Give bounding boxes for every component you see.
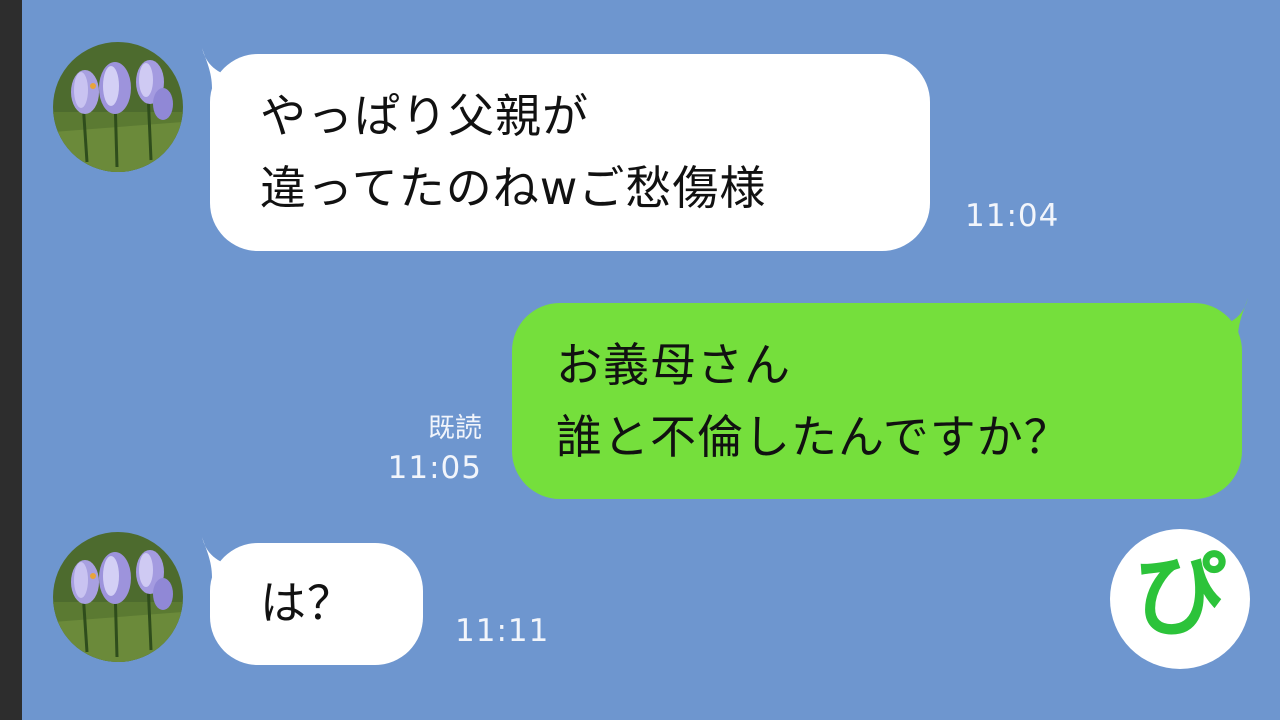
message-line: は？ — [260, 576, 354, 630]
sender-avatar[interactable] — [53, 532, 183, 662]
crocus-flower-avatar-icon — [53, 42, 183, 172]
message-line: やっぱり父親が — [260, 89, 589, 143]
sender-avatar[interactable] — [53, 42, 183, 172]
channel-logo-icon: ぴ — [1110, 529, 1250, 669]
crocus-flower-avatar-icon — [53, 532, 183, 662]
message-timestamp: 11:11 — [455, 613, 550, 649]
logo-text: ぴ — [1133, 542, 1226, 649]
read-receipt: 既読 — [428, 413, 482, 444]
message-line: 誰と不倫したんですか？ — [556, 410, 1071, 464]
message-bubble-outgoing[interactable]: お義母さん 誰と不倫したんですか？ — [512, 303, 1242, 499]
message-timestamp: 11:04 — [965, 198, 1060, 234]
message-line: お義母さん — [556, 338, 791, 392]
message-line: 違ってたのねwご愁傷様 — [260, 161, 767, 215]
message-timestamp: 11:05 — [387, 450, 482, 486]
message-bubble-incoming[interactable]: やっぱり父親が 違ってたのねwご愁傷様 — [210, 54, 930, 251]
device-bezel — [0, 0, 22, 720]
message-bubble-incoming[interactable]: は？ — [210, 543, 423, 665]
chat-screen: やっぱり父親が 違ってたのねwご愁傷様 11:04 お義母さん 誰と不倫したんで… — [0, 0, 1280, 720]
